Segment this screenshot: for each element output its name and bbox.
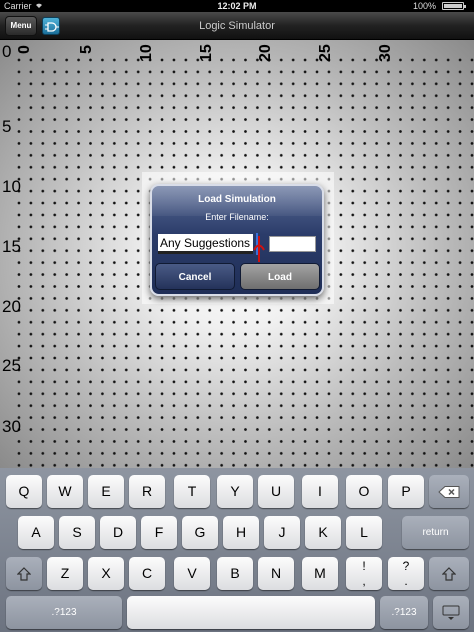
menu-button[interactable]: Menu <box>5 16 37 36</box>
key-g[interactable]: G <box>182 516 218 549</box>
key-k[interactable]: K <box>305 516 341 549</box>
key-x[interactable]: X <box>88 557 124 590</box>
app-title: Logic Simulator <box>199 20 275 32</box>
key-period-label: . <box>404 574 408 588</box>
key-comma-label: , <box>362 574 366 588</box>
secondary-input[interactable] <box>269 236 316 252</box>
key-w[interactable]: W <box>47 475 83 508</box>
row-label: 0 <box>2 42 12 61</box>
shift-icon <box>442 566 456 581</box>
key-d[interactable]: D <box>100 516 136 549</box>
key-c[interactable]: C <box>129 557 165 590</box>
key-l[interactable]: L <box>346 516 382 549</box>
row-label: 20 <box>2 297 21 316</box>
key-p[interactable]: P <box>388 475 424 508</box>
key-a[interactable]: A <box>18 516 54 549</box>
key-exclamation-comma[interactable]: ! , <box>346 557 382 590</box>
key-m[interactable]: M <box>302 557 338 590</box>
battery-icon <box>442 2 466 10</box>
dismiss-keyboard-key[interactable] <box>433 596 469 629</box>
key-j[interactable]: J <box>264 516 300 549</box>
dialog-title: Load Simulation <box>198 194 276 205</box>
onscreen-keyboard: Q W E R T Y U I O P A S D F G H J K L re… <box>0 468 474 632</box>
filename-input[interactable]: Any Suggestions <box>158 234 253 254</box>
column-label: 30 <box>377 44 394 62</box>
key-question-label: ? <box>402 559 410 573</box>
row-label: 15 <box>2 237 21 256</box>
column-label: 10 <box>138 44 155 62</box>
load-simulation-dialog: Load Simulation Enter Filename: Any Sugg… <box>150 184 324 296</box>
key-t[interactable]: T <box>174 475 210 508</box>
column-label: 5 <box>78 45 95 54</box>
key-o[interactable]: O <box>346 475 382 508</box>
row-label: 25 <box>2 356 21 375</box>
battery-percent: 100% <box>412 1 436 11</box>
key-z[interactable]: Z <box>47 557 83 590</box>
key-y[interactable]: Y <box>217 475 253 508</box>
key-r[interactable]: R <box>129 475 165 508</box>
logic-gate-icon[interactable] <box>42 17 60 35</box>
keyboard-dismiss-icon <box>442 605 460 620</box>
column-label: 20 <box>257 44 274 62</box>
shift-icon <box>17 566 31 581</box>
key-e[interactable]: E <box>88 475 124 508</box>
row-label: 5 <box>2 117 12 136</box>
row-label: 30 <box>2 417 21 436</box>
cursor-handle-icon[interactable] <box>253 236 265 262</box>
backspace-key[interactable] <box>429 475 469 508</box>
shift-key-left[interactable] <box>6 557 42 590</box>
key-question-period[interactable]: ? . <box>388 557 424 590</box>
backspace-icon <box>438 485 460 498</box>
row-label: 10 <box>2 177 21 196</box>
numbers-key-left[interactable]: .?123 <box>6 596 122 629</box>
key-v[interactable]: V <box>174 557 210 590</box>
dialog-message: Enter Filename: <box>205 212 269 222</box>
key-b[interactable]: B <box>217 557 253 590</box>
key-u[interactable]: U <box>258 475 294 508</box>
return-key[interactable]: return <box>402 516 469 549</box>
status-bar: Carrier 12:02 PM 100% <box>0 0 474 12</box>
key-exclamation-label: ! <box>362 559 366 573</box>
column-label: 15 <box>198 44 215 62</box>
key-q[interactable]: Q <box>6 475 42 508</box>
key-n[interactable]: N <box>258 557 294 590</box>
shift-key-right[interactable] <box>429 557 469 590</box>
load-button[interactable]: Load <box>240 263 320 290</box>
space-bar[interactable] <box>127 596 375 629</box>
column-label: 25 <box>317 44 334 62</box>
key-i[interactable]: I <box>302 475 338 508</box>
column-label: 0 <box>16 45 33 54</box>
cancel-button[interactable]: Cancel <box>155 263 235 290</box>
key-s[interactable]: S <box>59 516 95 549</box>
numbers-key-right[interactable]: .?123 <box>380 596 428 629</box>
nav-bar: Logic Simulator Menu <box>0 12 474 40</box>
key-f[interactable]: F <box>141 516 177 549</box>
key-h[interactable]: H <box>223 516 259 549</box>
clock: 12:02 PM <box>217 1 257 11</box>
